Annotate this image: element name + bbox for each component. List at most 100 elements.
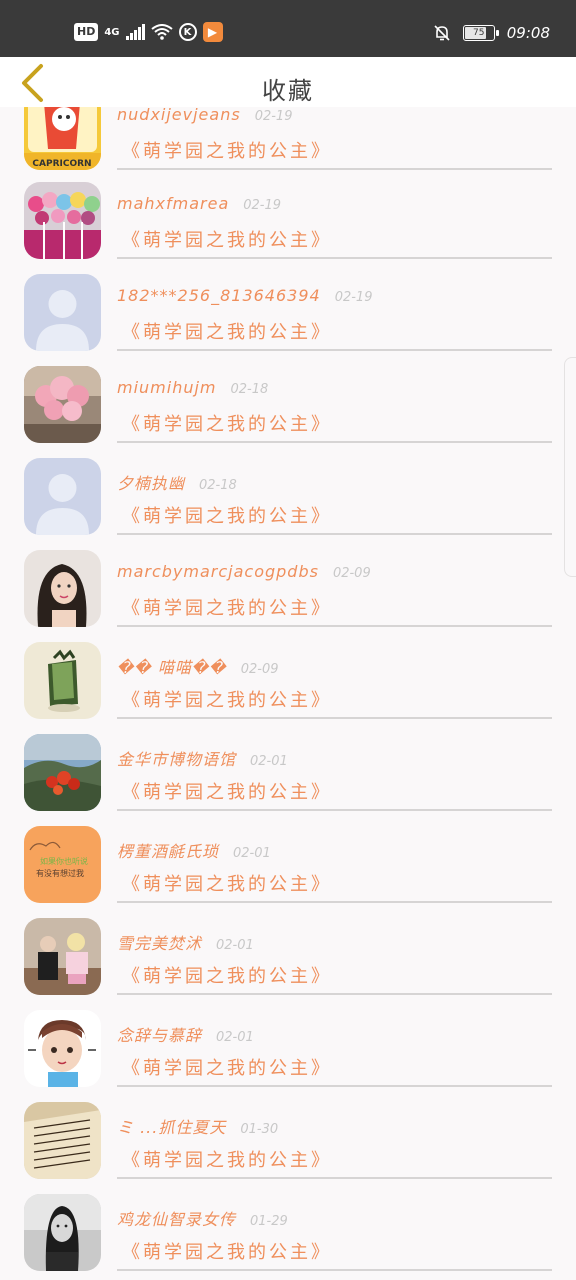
favorite-date: 02-19 [334,290,373,305]
book-title[interactable]: 《萌学园之我的公主》 [122,870,332,896]
favorite-item[interactable]: 夕楠执幽 02-18 《萌学园之我的公主》 [0,458,576,550]
book-title[interactable]: 《萌学园之我的公主》 [122,137,332,163]
favorite-item[interactable]: 鸡龙仙智录女传 01-29 《萌学园之我的公主》 [0,1194,576,1280]
avatar[interactable] [24,1010,101,1087]
avatar[interactable] [24,458,101,535]
favorite-date: 02-19 [254,109,293,124]
divider [117,993,552,995]
user-name: ミ ...抓住夏天 [117,1118,227,1137]
status-left: HD 4G K ▶ [74,22,223,42]
book-title[interactable]: 《萌学园之我的公主》 [122,962,332,988]
divider [117,533,552,535]
user-name: nudxijevjeans [117,107,241,124]
avatar[interactable] [24,1194,101,1271]
favorite-date: 02-01 [250,754,288,769]
favorite-date: 02-19 [243,198,282,213]
user-name: 鸡龙仙智录女传 [117,1210,237,1229]
capricorn-text: CAPRICORN [32,159,91,169]
avatar[interactable] [24,734,101,811]
divider [117,1269,552,1271]
divider [117,168,552,170]
book-title[interactable]: 《萌学园之我的公主》 [122,686,332,712]
avatar[interactable] [24,642,101,719]
favorite-item[interactable]: 雪完美焚沭 02-01 《萌学园之我的公主》 [0,918,576,1010]
favorite-date: 02-18 [230,382,269,397]
user-name: �� 喵喵�� [117,658,227,677]
hd-badge: HD [74,23,99,41]
divider [117,349,552,351]
book-title[interactable]: 《萌学园之我的公主》 [122,410,332,436]
favorite-date: 02-01 [216,1030,254,1045]
book-title[interactable]: 《萌学园之我的公主》 [122,226,332,252]
divider [117,717,552,719]
favorite-item[interactable]: 如果你也听说有没有想过我 楞董酒毹氏琐 02-01 《萌学园之我的公主》 [0,826,576,918]
app-notification-icon: ▶ [202,22,223,42]
favorite-date: 02-09 [240,662,279,677]
user-name: 夕楠执幽 [117,474,186,493]
favorite-item[interactable]: mahxfmarea 02-19 《萌学园之我的公主》 [0,182,576,274]
user-name: marcbymarcjacogpdbs [117,562,319,581]
book-title[interactable]: 《萌学园之我的公主》 [122,778,332,804]
page-title: 收藏 [262,77,314,105]
favorite-item[interactable]: 金华市博物语馆 02-01 《萌学园之我的公主》 [0,734,576,826]
favorite-date: 01-30 [240,1122,279,1137]
clock: 09:08 [506,24,550,42]
book-title[interactable]: 《萌学园之我的公主》 [122,1146,332,1172]
favorite-item[interactable]: ミ ...抓住夏天 01-30 《萌学园之我的公主》 [0,1102,576,1194]
favorite-item[interactable]: marcbymarcjacogpdbs 02-09 《萌学园之我的公主》 [0,550,576,642]
bell-muted-icon [434,25,450,41]
avatar-caption-2: 有没有想过我 [36,868,84,878]
title-bar: 收藏 [0,57,576,107]
divider [117,1085,552,1087]
avatar[interactable] [24,918,101,995]
divider [117,1177,552,1179]
favorite-date: 02-09 [332,566,371,581]
user-name: 雪完美焚沭 [117,934,203,953]
book-title[interactable]: 《萌学园之我的公主》 [122,1238,332,1264]
status-right: 75 09:08 [433,24,550,42]
default-avatar-icon [24,458,101,535]
book-title[interactable]: 《萌学园之我的公主》 [122,1054,332,1080]
favorite-item[interactable]: 念辞与慕辞 02-01 《萌学园之我的公主》 [0,1010,576,1102]
avatar[interactable]: CAPRICORN [24,107,101,170]
user-name: 楞董酒毹氏琐 [117,842,220,861]
divider [117,901,552,903]
avatar[interactable] [24,366,101,443]
avatar-caption-1: 如果你也听说 [40,856,88,866]
favorite-date: 02-01 [216,938,254,953]
divider [117,625,552,627]
status-bar: HD 4G K ▶ 75 09:08 [0,0,576,57]
book-title[interactable]: 《萌学园之我的公主》 [122,318,332,344]
signal-icon [125,24,145,40]
favorite-date: 02-18 [199,478,237,493]
battery-level: 75 [473,28,485,38]
book-title[interactable]: 《萌学园之我的公主》 [122,594,332,620]
avatar[interactable] [24,1102,101,1179]
book-title[interactable]: 《萌学园之我的公主》 [122,502,332,528]
user-name: mahxfmarea [117,194,230,213]
divider [117,809,552,811]
favorite-item[interactable]: CAPRICORN nudxijevjeans 02-19 《萌学园之我的公主》 [0,107,576,185]
user-name: miumihujm [117,378,217,397]
user-name: 182***256_813646394 [117,286,321,305]
avatar[interactable] [24,274,101,351]
user-name: 念辞与慕辞 [117,1026,203,1045]
divider [117,441,552,443]
avatar[interactable] [24,182,101,259]
favorite-item[interactable]: �� 喵喵�� 02-09 《萌学园之我的公主》 [0,642,576,734]
user-name: 金华市博物语馆 [117,750,237,769]
avatar[interactable]: 如果你也听说有没有想过我 [24,826,101,903]
divider [117,257,552,259]
network-type: 4G [104,26,120,38]
default-avatar-icon [24,274,101,351]
favorite-date: 01-29 [250,1214,288,1229]
favorite-item[interactable]: miumihujm 02-18 《萌学园之我的公主》 [0,366,576,458]
favorite-item[interactable]: 182***256_813646394 02-19 《萌学园之我的公主》 [0,274,576,366]
favorites-list[interactable]: CAPRICORN nudxijevjeans 02-19 《萌学园之我的公主》 … [0,107,576,1280]
k-app-icon: K [178,23,197,41]
favorite-date: 02-01 [233,846,271,861]
scroll-handle[interactable] [564,357,576,577]
avatar[interactable] [24,550,101,627]
battery-icon: 75 [462,25,499,41]
wifi-icon [150,24,173,40]
